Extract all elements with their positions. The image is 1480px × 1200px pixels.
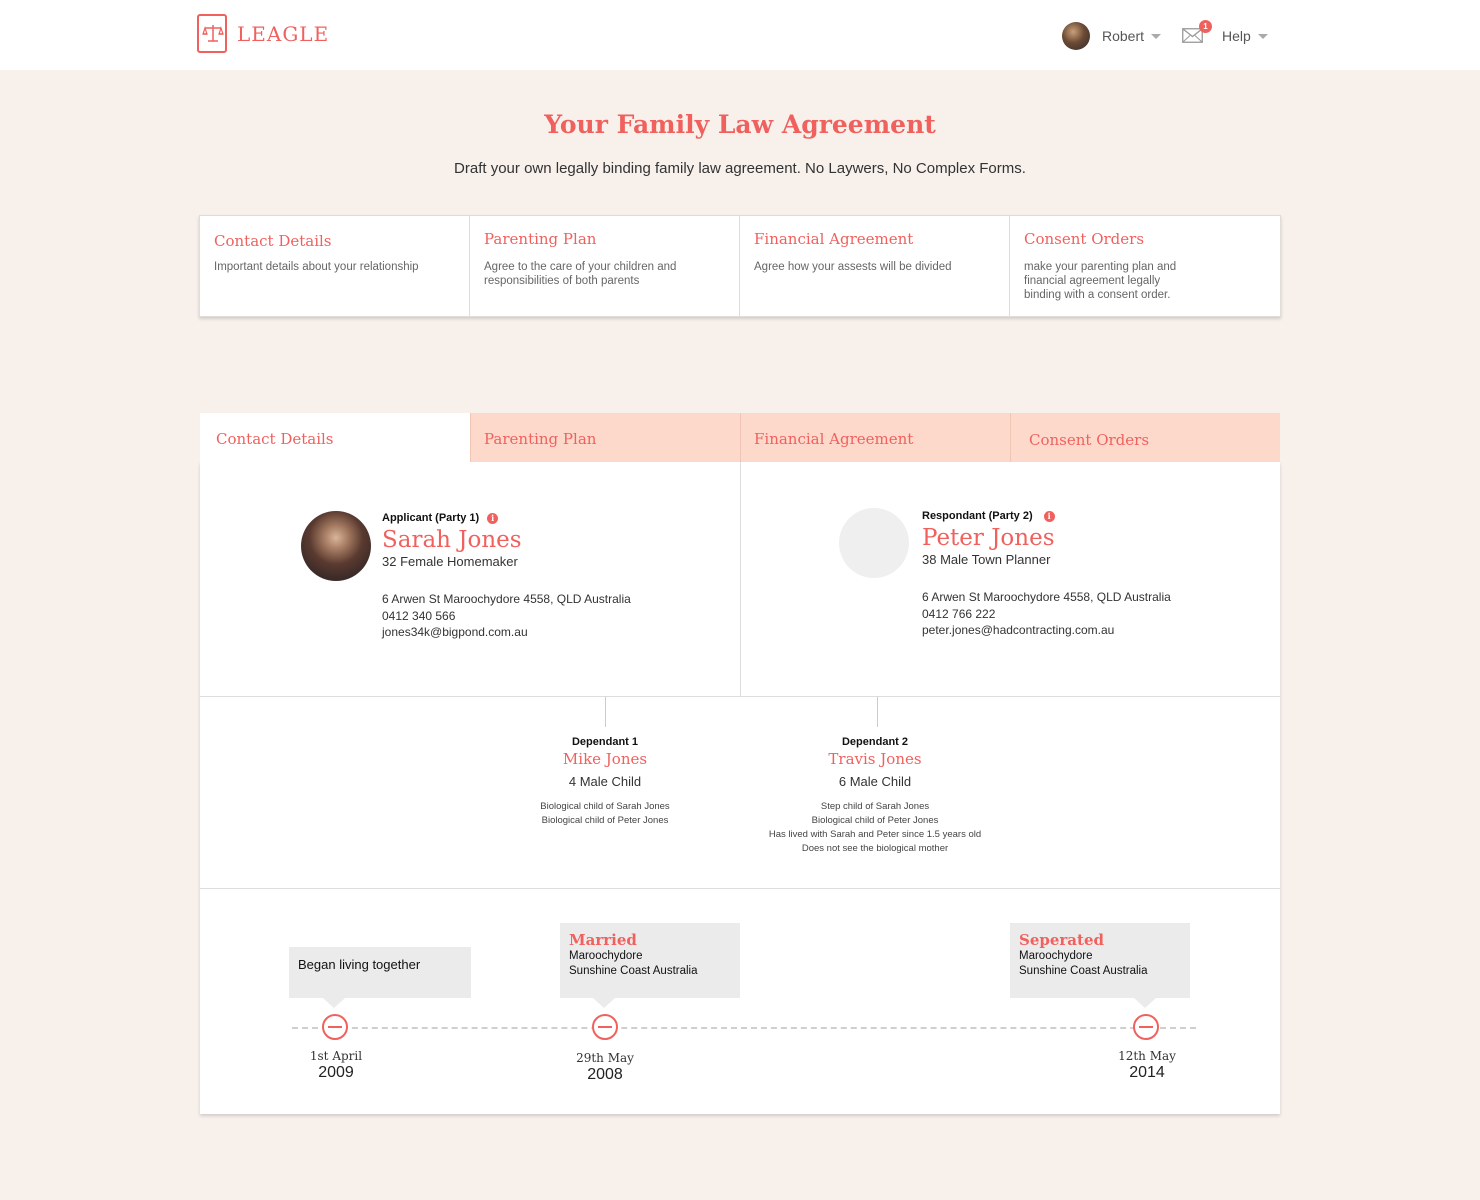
timeline-day: 1st April	[309, 1049, 363, 1063]
respondent-email: peter.jones@hadcontracting.com.au	[922, 623, 1115, 637]
respondent-address: 6 Arwen St Maroochydore 4558, QLD Austra…	[922, 590, 1171, 604]
step-card-parenting-plan[interactable]: Parenting Plan Agree to the care of your…	[470, 216, 740, 316]
timeline-event-cohabitation[interactable]: Began living together	[289, 947, 471, 1008]
mail-count-badge: 1	[1199, 20, 1212, 33]
dependant-notes: Step child of Sarah Jones Biological chi…	[755, 800, 995, 856]
chevron-down-icon	[1257, 33, 1268, 39]
timeline-node[interactable]	[1133, 1014, 1159, 1040]
timeline-year: 2008	[587, 1066, 623, 1083]
step-title: Contact Details	[214, 232, 332, 250]
dependant-connector	[605, 697, 606, 727]
step-title: Consent Orders	[1024, 230, 1145, 248]
timeline-year: 2014	[1129, 1064, 1165, 1081]
dependant-note: Has lived with Sarah and Peter since 1.5…	[768, 829, 982, 840]
applicant-phone: 0412 340 566	[382, 608, 456, 623]
timeline-event-label: Began living together	[298, 957, 421, 972]
respondent-contact: 6 Arwen St Maroochydore 4558, QLD Austra…	[922, 589, 1252, 639]
section-tabs: Contact Details Parenting Plan Financial…	[200, 413, 1280, 462]
user-name: Robert	[1102, 28, 1145, 44]
dependant-summary: 6 Male Child	[838, 774, 912, 789]
tab-financial-agreement[interactable]: Financial Agreement	[740, 413, 1010, 462]
avatar	[1062, 22, 1090, 50]
dependant-name: Mike Jones	[562, 750, 648, 768]
dependant-note: Biological child of Peter Jones	[541, 815, 669, 826]
dependant-connector	[877, 697, 878, 727]
tab-contact-details[interactable]: Contact Details	[200, 413, 470, 462]
timeline-date: 1st April 2009	[286, 1049, 386, 1082]
timeline-event-separated[interactable]: Seperated Maroochydore Sunshine Coast Au…	[1010, 923, 1190, 1008]
timeline-node[interactable]	[322, 1014, 348, 1040]
step-description: make your parenting plan and financial a…	[1024, 261, 1177, 301]
respondent-role-label: Respondant (Party 2)	[922, 510, 1033, 522]
applicant-contact: 6 Arwen St Maroochydore 4558, QLD Austra…	[382, 591, 712, 641]
chevron-down-icon	[1151, 33, 1162, 39]
timeline-date: 29th May 2008	[555, 1051, 655, 1084]
applicant-summary: 32 Female Homemaker	[382, 554, 518, 569]
dependant-card: Dependant 1 Mike Jones 4 Male Child Biol…	[485, 736, 725, 828]
timeline-event-location: Maroochydore	[569, 950, 643, 962]
timeline-day: 12th May	[1118, 1049, 1176, 1063]
respondent-avatar	[839, 508, 909, 578]
dependant-note: Biological child of Sarah Jones	[540, 801, 670, 812]
step-cards: Contact Details Important details about …	[199, 215, 1281, 317]
dependant-note: Biological child of Peter Jones	[811, 815, 939, 826]
applicant-role: Applicant (Party 1) i	[382, 512, 712, 524]
applicant-role-label: Applicant (Party 1)	[382, 512, 480, 524]
party-divider	[740, 462, 741, 696]
dependant-role: Dependant 1	[571, 736, 638, 748]
timeline-event-married[interactable]: Married Maroochydore Sunshine Coast Aust…	[560, 923, 740, 1008]
timeline-event-title: Married	[569, 931, 637, 949]
contact-details-panel: Applicant (Party 1) i Sarah Jones 32 Fem…	[200, 462, 1280, 1114]
brand-logo[interactable]: LEAGLE	[197, 14, 329, 53]
brand-name: LEAGLE	[237, 21, 330, 46]
dependant-notes: Biological child of Sarah Jones Biologic…	[485, 800, 725, 828]
applicant-email: jones34k@bigpond.com.au	[382, 625, 528, 639]
timeline-event-title: Seperated	[1019, 931, 1104, 949]
info-icon[interactable]: i	[487, 512, 499, 524]
scales-icon	[197, 14, 227, 53]
timeline-node[interactable]	[592, 1014, 618, 1040]
help-label: Help	[1222, 28, 1251, 44]
page-title: Your Family Law Agreement	[544, 110, 936, 139]
step-title: Financial Agreement	[754, 230, 914, 248]
step-card-financial-agreement[interactable]: Financial Agreement Agree how your asses…	[740, 216, 1010, 316]
step-description: Agree to the care of your children and r…	[484, 261, 677, 287]
page-subtitle: Draft your own legally binding family la…	[454, 160, 1026, 177]
dependant-summary: 4 Male Child	[568, 774, 642, 789]
respondent-name: Peter Jones	[922, 525, 1055, 551]
applicant-details: Applicant (Party 1) i Sarah Jones 32 Fem…	[382, 512, 712, 641]
step-card-contact-details[interactable]: Contact Details Important details about …	[200, 216, 470, 316]
applicant-address: 6 Arwen St Maroochydore 4558, QLD Austra…	[382, 592, 631, 606]
dependant-name: Travis Jones	[828, 750, 922, 768]
timeline-day: 29th May	[576, 1051, 634, 1065]
timeline-date: 12th May 2014	[1097, 1049, 1197, 1082]
dependant-note: Step child of Sarah Jones	[820, 801, 930, 812]
section-divider	[200, 696, 1280, 697]
dependant-card: Dependant 2 Travis Jones 6 Male Child St…	[755, 736, 995, 856]
respondent-details: Respondant (Party 2) i Peter Jones 38 Ma…	[922, 510, 1252, 639]
dependant-role: Dependant 2	[841, 736, 908, 748]
timeline-event-location: Sunshine Coast Australia	[569, 964, 698, 977]
applicant-name: Sarah Jones	[382, 527, 522, 553]
help-menu[interactable]: Help	[1222, 28, 1268, 44]
tab-parenting-plan[interactable]: Parenting Plan	[470, 413, 740, 462]
info-icon[interactable]: i	[1043, 510, 1055, 522]
dependant-note: Does not see the biological mother	[801, 843, 949, 854]
step-card-consent-orders[interactable]: Consent Orders make your parenting plan …	[1010, 216, 1280, 316]
step-description: Important details about your relationshi…	[214, 261, 419, 273]
respondent-summary: 38 Male Town Planner	[922, 552, 1051, 567]
step-title: Parenting Plan	[484, 230, 597, 248]
step-description: Agree how your assests will be divided	[754, 261, 952, 273]
tab-consent-orders[interactable]: Consent Orders	[1010, 413, 1280, 462]
user-menu[interactable]: Robert	[1062, 22, 1162, 50]
section-divider	[200, 888, 1280, 889]
applicant-avatar	[301, 511, 371, 581]
respondent-role: Respondant (Party 2) i	[922, 510, 1252, 522]
timeline-year: 2009	[318, 1064, 354, 1081]
top-bar: LEAGLE Robert 1 Help	[0, 0, 1480, 70]
timeline-line	[292, 1027, 1196, 1029]
timeline-event-location: Maroochydore	[1019, 950, 1093, 962]
respondent-phone: 0412 766 222	[922, 606, 996, 621]
timeline-event-location: Sunshine Coast Australia	[1019, 964, 1148, 977]
